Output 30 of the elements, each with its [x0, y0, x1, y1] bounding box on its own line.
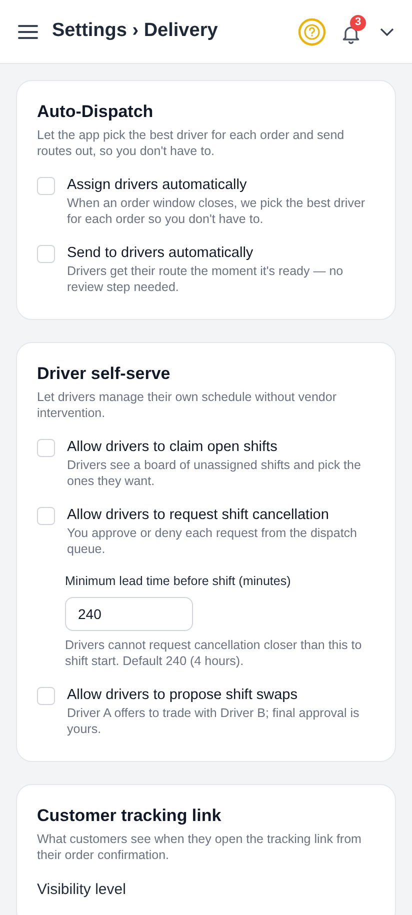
- option-description: You approve or deny each request from the dispatch queue.: [67, 525, 358, 557]
- option-label[interactable]: Send to drivers automatically: [67, 243, 375, 263]
- option-description: Driver A offers to trade with Driver B; final approval is yours.: [67, 705, 360, 737]
- checkbox[interactable]: [37, 245, 55, 263]
- field-label: Minimum lead time before shift (minutes): [65, 573, 292, 589]
- section-title: Auto-Dispatch: [37, 101, 154, 123]
- option-label[interactable]: Assign drivers automatically: [67, 175, 375, 195]
- checkbox[interactable]: [37, 439, 55, 457]
- checkbox[interactable]: [37, 687, 55, 705]
- option-description: Drivers see a board of unassigned shifts and pick the ones they want.: [67, 457, 362, 489]
- page-title: Settings › Delivery: [52, 19, 218, 44]
- section-description: Let drivers manage their own schedule without vendor intervention.: [37, 389, 338, 421]
- option-description: When an order window closes, we pick the best driver for each order so you don't have to.: [67, 195, 366, 227]
- notification-badge: 3: [350, 14, 366, 30]
- input-field[interactable]: 240: [65, 597, 193, 631]
- chevron-down-icon[interactable]: [380, 28, 394, 36]
- option-label[interactable]: Allow drivers to request shift cancellation: [67, 505, 375, 525]
- section-title: Customer tracking link: [37, 805, 222, 827]
- section-description: Let the app pick the best driver for each order and send routes out, so you don't have to.: [37, 127, 346, 159]
- section-description: What customers see when they open the tracking link from their order confirmation.: [37, 831, 362, 863]
- field-help: Drivers cannot request cancellation closer than this to shift start. Default 240 (4 hours).: [65, 637, 363, 669]
- help-icon[interactable]: [298, 18, 326, 46]
- field-label: Visibility level: [37, 880, 127, 900]
- checkbox[interactable]: [37, 177, 55, 195]
- option-label[interactable]: Allow drivers to propose shift swaps: [67, 685, 375, 705]
- option-label[interactable]: Allow drivers to claim open shifts: [67, 437, 375, 457]
- option-description: Drivers get their route the moment it's ready — no review step needed.: [67, 263, 344, 295]
- menu-icon[interactable]: [18, 24, 38, 40]
- checkbox[interactable]: [37, 507, 55, 525]
- section-title: Driver self-serve: [37, 363, 172, 385]
